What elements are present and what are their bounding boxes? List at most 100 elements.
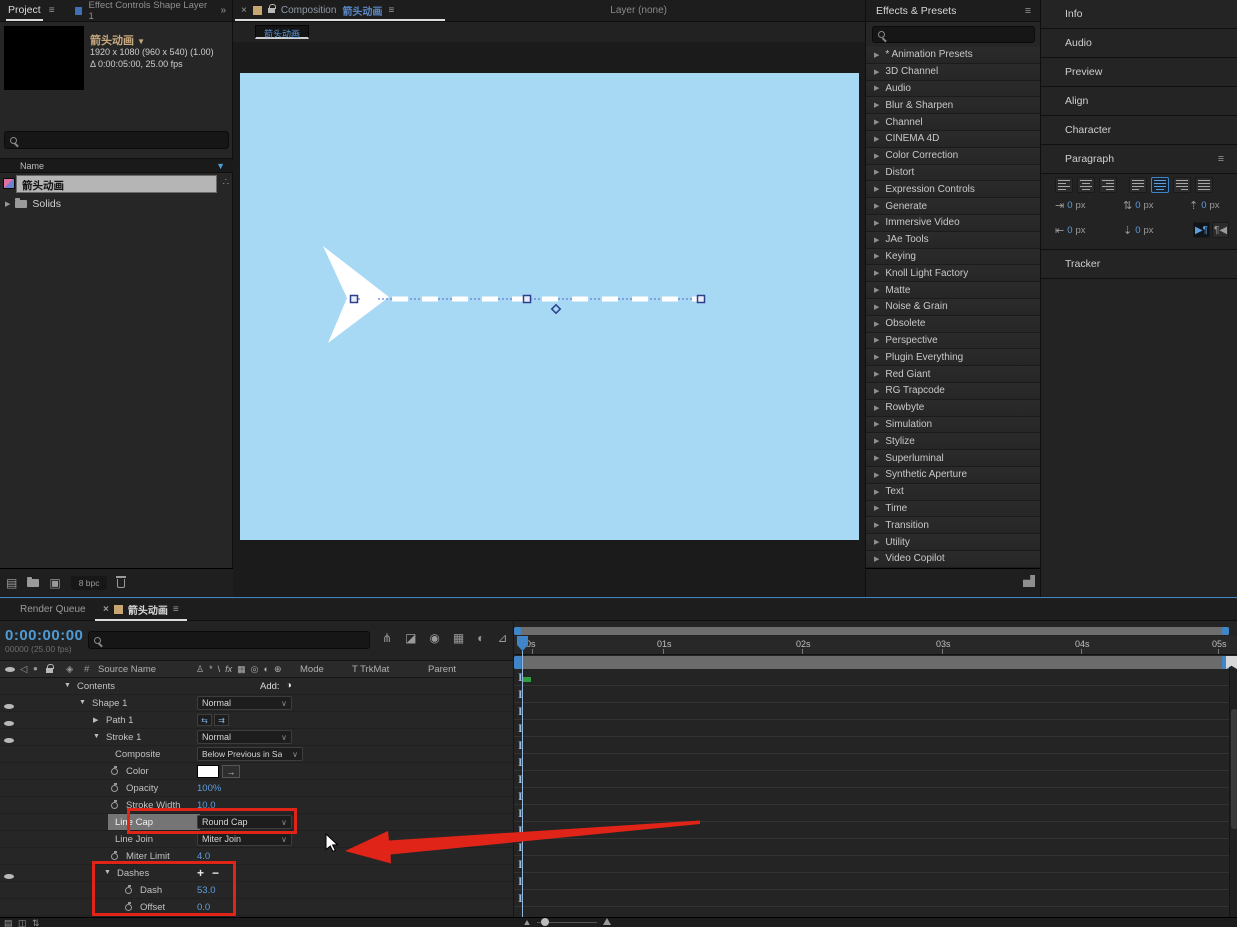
timeline-row-shape-1[interactable]: ▼Shape 1Normal∨ <box>0 695 513 712</box>
align-center-button[interactable] <box>1077 177 1095 193</box>
stopwatch-icon[interactable] <box>111 802 118 809</box>
align-right-button[interactable] <box>1099 177 1117 193</box>
effects-category-noise-grain[interactable]: ▶Noise & Grain <box>866 299 1041 316</box>
effects-category-superluminal[interactable]: ▶Superluminal <box>866 450 1041 467</box>
stopwatch-icon[interactable] <box>125 904 132 911</box>
space-after-value[interactable]: 0 <box>1135 225 1140 236</box>
property-dropdown[interactable]: Normal∨ <box>197 696 292 710</box>
path-out-icon[interactable]: ⇉ <box>214 714 229 726</box>
visibility-toggle[interactable] <box>4 718 14 729</box>
tab-project[interactable]: Project <box>6 1 43 21</box>
panel-header-info[interactable]: Info <box>1041 0 1237 29</box>
visibility-toggle[interactable] <box>4 871 14 882</box>
timeline-vertical-scrollbar[interactable] <box>1229 669 1237 917</box>
close-tab-icon[interactable]: × <box>241 5 247 16</box>
timeline-row-line-cap[interactable]: Line CapRound Cap∨ <box>0 814 513 831</box>
stopwatch-icon[interactable] <box>111 768 118 775</box>
timeline-row-dash[interactable]: Dash53.0 <box>0 882 513 899</box>
timeline-row-composite[interactable]: CompositeBelow Previous in Sa∨ <box>0 746 513 763</box>
stopwatch-icon[interactable] <box>111 785 118 792</box>
timeline-row-stroke-width[interactable]: Stroke Width10.0 <box>0 797 513 814</box>
twirl-right-icon[interactable]: ▶ <box>874 51 879 59</box>
effects-category--animation-presets[interactable]: ▶* Animation Presets <box>866 47 1041 64</box>
panel-header-align[interactable]: Align <box>1041 87 1237 116</box>
path-in-icon[interactable]: ⇆ <box>197 714 212 726</box>
visibility-toggle[interactable] <box>4 735 14 746</box>
justify-last-center-button[interactable] <box>1151 177 1169 193</box>
timeline-row-line-join[interactable]: Line JoinMiter Join∨ <box>0 831 513 848</box>
space-before-field[interactable]: ⇡0px <box>1189 199 1220 212</box>
indent-right-margin-value[interactable]: 0 <box>1067 225 1072 236</box>
time-ruler[interactable]: 0s01s02s03s04s05s <box>514 636 1237 655</box>
timeline-row-dashes[interactable]: ▼Dashes+− <box>0 865 513 882</box>
twirl-right-icon[interactable]: ▶ <box>874 101 879 109</box>
twirl-right-icon[interactable]: ▶ <box>93 716 98 724</box>
timeline-search-input[interactable] <box>88 631 370 649</box>
effects-category-red-giant[interactable]: ▶Red Giant <box>866 366 1041 383</box>
tab-composition-label[interactable]: Composition <box>281 5 337 16</box>
expand-modes-icon[interactable]: ◫ <box>18 918 27 927</box>
panel-menu-icon[interactable]: ≡ <box>388 5 394 16</box>
interpret-footage-icon[interactable]: ▤ <box>6 576 17 590</box>
effects-category-channel[interactable]: ▶Channel <box>866 114 1041 131</box>
breadcrumb-comp-button[interactable]: 箭头动画 <box>255 25 309 39</box>
effects-category-distort[interactable]: ▶Distort <box>866 165 1041 182</box>
effects-category-time[interactable]: ▶Time <box>866 501 1041 518</box>
twirl-right-icon[interactable]: ▶ <box>874 437 879 445</box>
effects-category-generate[interactable]: ▶Generate <box>866 198 1041 215</box>
panel-header-character[interactable]: Character <box>1041 116 1237 145</box>
effects-category-perspective[interactable]: ▶Perspective <box>866 333 1041 350</box>
effects-category-transition[interactable]: ▶Transition <box>866 517 1041 534</box>
current-time-display[interactable]: 0:00:00:00 <box>5 627 83 644</box>
zoom-slider-handle[interactable] <box>541 918 549 926</box>
twirl-right-icon[interactable]: ▶ <box>874 404 879 412</box>
panel-grip-icon[interactable] <box>1023 575 1035 587</box>
effects-category-synthetic-aperture[interactable]: ▶Synthetic Aperture <box>866 467 1041 484</box>
space-after-field[interactable]: ⇣0px <box>1123 224 1154 237</box>
timeline-row-stroke-1[interactable]: ▼Stroke 1Normal∨ <box>0 729 513 746</box>
twirl-right-icon[interactable]: ▶ <box>874 370 879 378</box>
work-area-start-handle[interactable] <box>514 656 521 669</box>
timeline-row-contents[interactable]: ▼ContentsAdd:◑ <box>0 678 513 695</box>
zoom-out-icon[interactable] <box>524 920 530 925</box>
twirl-right-icon[interactable]: ▶ <box>874 286 879 294</box>
property-value[interactable]: 0.0 <box>197 902 210 913</box>
effects-category-3d-channel[interactable]: ▶3D Channel <box>866 64 1041 81</box>
justify-last-right-button[interactable] <box>1173 177 1191 193</box>
tab-timeline-comp[interactable]: × 箭头动画 ≡ <box>95 599 187 621</box>
color-picker-button[interactable]: → <box>222 765 240 778</box>
twirl-right-icon[interactable]: ▶ <box>874 320 879 328</box>
twirl-right-icon[interactable]: ▶ <box>874 454 879 462</box>
timeline-row-miter-limit[interactable]: Miter Limit4.0 <box>0 848 513 865</box>
frame-blend-icon[interactable]: ▦ <box>453 631 464 645</box>
effects-category-matte[interactable]: ▶Matte <box>866 282 1041 299</box>
panel-menu-icon[interactable]: ≡ <box>1025 5 1031 17</box>
twirl-right-icon[interactable]: ▶ <box>874 269 879 277</box>
twirl-right-icon[interactable]: ▶ <box>874 152 879 160</box>
project-comp-name[interactable]: 箭头动画 ▼ <box>90 32 145 48</box>
twirl-right-icon[interactable]: ▶ <box>874 521 879 529</box>
trash-icon[interactable] <box>117 579 125 588</box>
work-area-bar[interactable] <box>514 656 1229 669</box>
twirl-right-icon[interactable]: ▶ <box>874 353 879 361</box>
space-before-value[interactable]: 0 <box>1201 200 1206 211</box>
anchor-point[interactable] <box>552 305 560 313</box>
effects-category-color-correction[interactable]: ▶Color Correction <box>866 148 1041 165</box>
indent-right-margin-field[interactable]: ⇤0px <box>1055 224 1086 237</box>
twirl-right-icon[interactable]: ▶ <box>874 252 879 260</box>
add-dash-button[interactable]: + <box>197 866 204 880</box>
twirl-right-icon[interactable]: ▶ <box>874 538 879 546</box>
work-area-right-tab[interactable] <box>1226 656 1237 669</box>
panel-header-preview[interactable]: Preview <box>1041 58 1237 87</box>
twirl-right-icon[interactable]: ▶ <box>874 303 879 311</box>
new-folder-icon[interactable] <box>27 579 39 587</box>
effects-category-text[interactable]: ▶Text <box>866 484 1041 501</box>
draft-3d-icon[interactable]: ◪ <box>405 631 416 645</box>
twirl-right-icon[interactable]: ▶ <box>874 168 879 176</box>
timeline-row-opacity[interactable]: Opacity100% <box>0 780 513 797</box>
property-value[interactable]: 53.0 <box>197 885 216 896</box>
effects-category-audio[interactable]: ▶Audio <box>866 81 1041 98</box>
effects-category-video-copilot[interactable]: ▶Video Copilot <box>866 551 1041 568</box>
twirl-right-icon[interactable]: ▶ <box>874 185 879 193</box>
project-search-input[interactable] <box>4 131 229 149</box>
